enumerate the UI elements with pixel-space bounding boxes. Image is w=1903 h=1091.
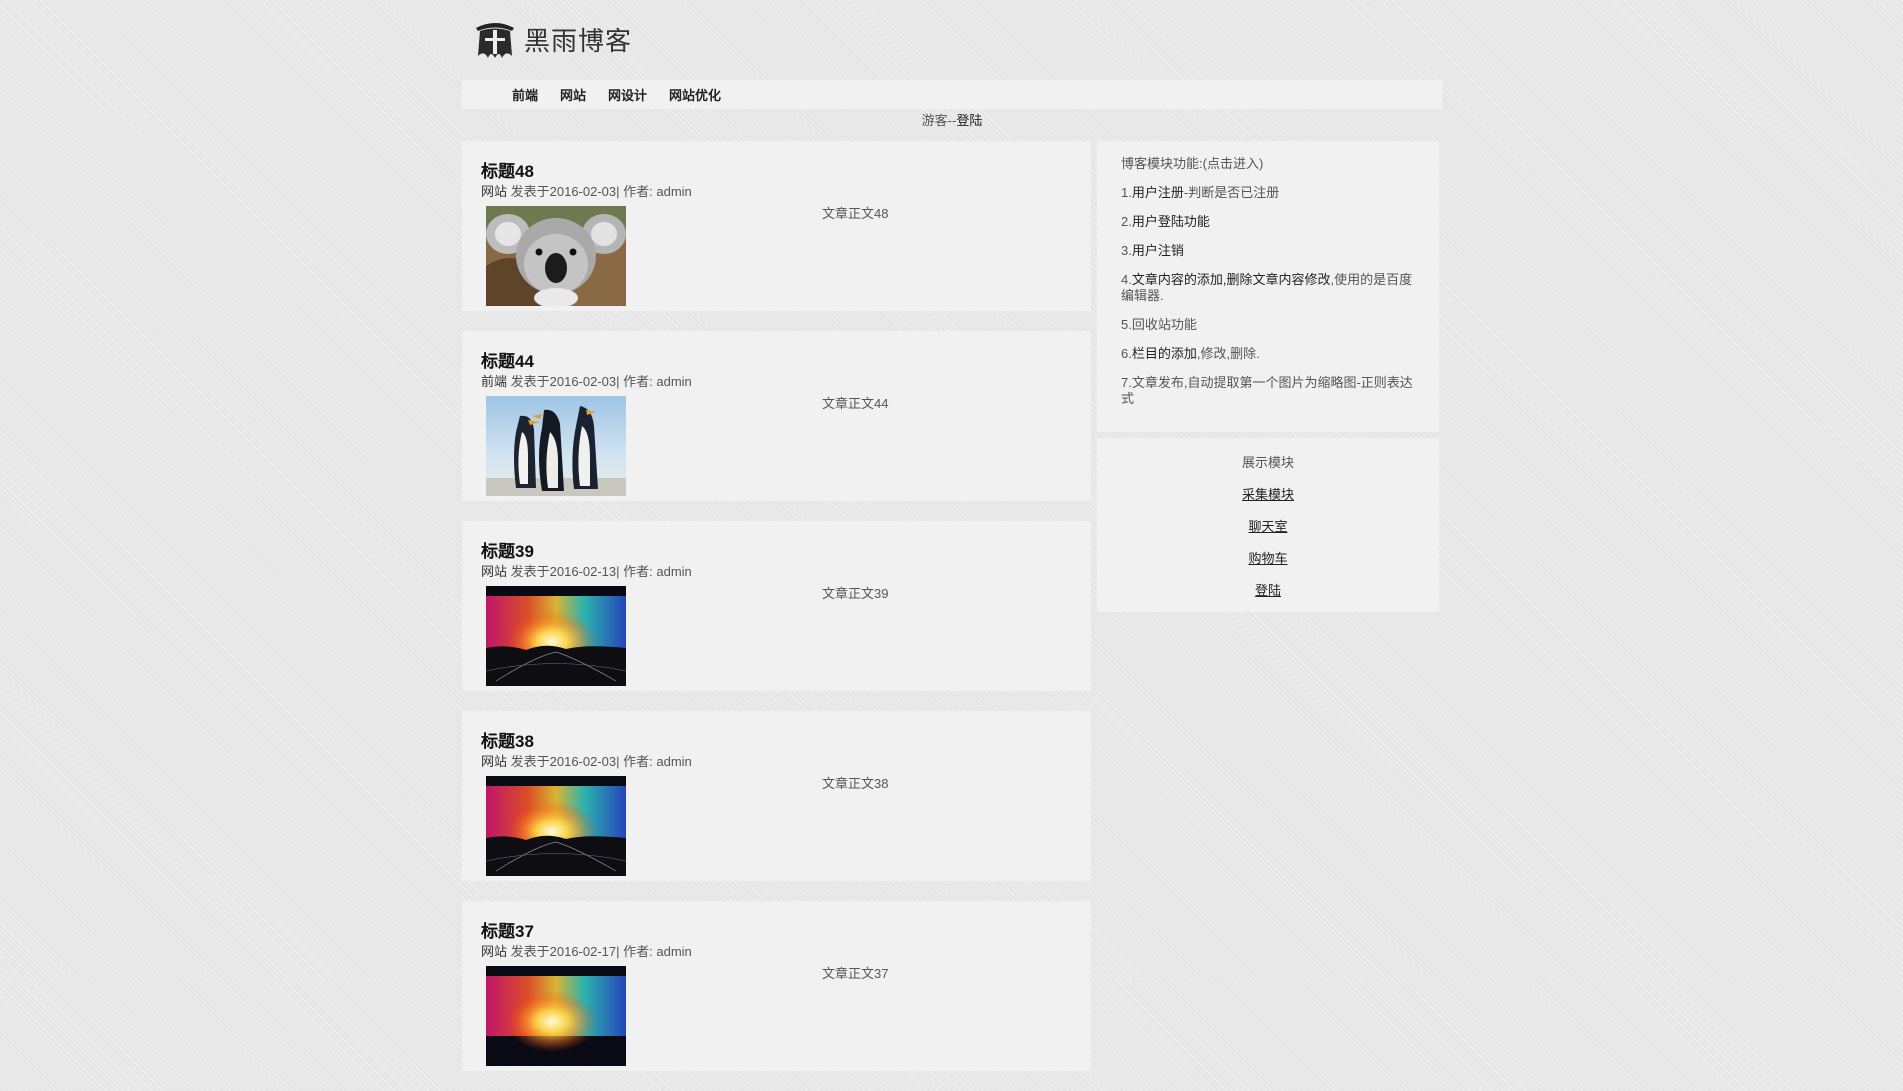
logo-text: 黑雨博客: [524, 26, 633, 57]
feature-number: 6.: [1121, 346, 1132, 361]
feature-link[interactable]: 文章内容的添加,删除文章内容修改: [1132, 272, 1331, 287]
meta-separator: |: [616, 944, 620, 959]
logo-icon: [476, 23, 514, 58]
post-meta: 网站 发表于2016-02-17| 作者: admin: [481, 941, 692, 960]
feature-item: 6.栏目的添加,修改,删除.: [1121, 346, 1415, 362]
rainbow-sunset-photo[interactable]: [486, 776, 626, 876]
meta-separator: |: [616, 754, 620, 769]
post-meta: 网站 发表于2016-02-03| 作者: admin: [481, 181, 692, 200]
meta-separator: |: [616, 374, 620, 389]
post-author: 作者: admin: [623, 564, 692, 579]
module-link-chatroom[interactable]: 聊天室: [1097, 516, 1439, 535]
post-card: 标题37 网站 发表于2016-02-17| 作者: admin 文章正文37: [462, 901, 1091, 1071]
koala-photo[interactable]: [486, 206, 626, 306]
feature-link[interactable]: 用户注册: [1132, 185, 1184, 200]
site-header: 黑雨博客: [462, 0, 1442, 80]
post-title[interactable]: 标题39: [481, 537, 534, 562]
feature-item: 4.文章内容的添加,删除文章内容修改,使用的是百度编辑器.: [1121, 272, 1415, 304]
module-link-cart[interactable]: 购物车: [1097, 548, 1439, 567]
meta-separator: |: [616, 564, 620, 579]
feature-link[interactable]: 用户注销: [1132, 243, 1184, 258]
nav-item-frontend[interactable]: 前端: [512, 85, 538, 104]
features-box: 博客模块功能:(点击进入) 1.用户注册-判断是否已注册 2.用户登陆功能 3.…: [1097, 141, 1439, 432]
meta-separator: |: [616, 184, 620, 199]
post-author: 作者: admin: [623, 754, 692, 769]
post-card: 标题38 网站 发表于2016-02-03| 作者: admin 文章正文38: [462, 711, 1091, 881]
main-nav: 前端 网站 网设计 网站优化: [462, 80, 1442, 109]
post-category[interactable]: 网站: [481, 184, 507, 199]
site-logo[interactable]: 黑雨博客: [472, 16, 632, 62]
module-link-login[interactable]: 登陆: [1097, 580, 1439, 599]
post-body: 文章正文37: [822, 966, 889, 981]
post-body: 文章正文38: [822, 776, 889, 791]
post-title[interactable]: 标题44: [481, 347, 534, 372]
feature-item: 3.用户注销: [1121, 243, 1415, 259]
module-link-collect[interactable]: 采集模块: [1097, 484, 1439, 503]
rainbow-sunset-photo[interactable]: [486, 586, 626, 686]
feature-text: ,修改,删除.: [1196, 346, 1260, 361]
post-card: 标题39 网站 发表于2016-02-13| 作者: admin 文章正文39: [462, 521, 1091, 691]
post-category[interactable]: 网站: [481, 564, 507, 579]
modules-title: 展示模块: [1241, 455, 1294, 470]
feature-number: 5.: [1121, 317, 1132, 332]
feature-link[interactable]: 栏目的添加: [1132, 346, 1197, 361]
nav-item-webdesign[interactable]: 网设计: [608, 85, 647, 104]
post-category[interactable]: 前端: [481, 374, 507, 389]
post-date: 发表于2016-02-17: [510, 944, 617, 959]
feature-text: 文章发布,自动提取第一个图片为缩略图-正则表达式: [1121, 375, 1413, 406]
feature-text: 回收站功能: [1131, 317, 1197, 332]
post-category[interactable]: 网站: [481, 944, 507, 959]
feature-text: -判断是否已注册: [1183, 185, 1280, 200]
page-wrapper: 黑雨博客 前端 网站 网设计 网站优化 游客--登陆 标题48 网站 发表于20…: [462, 0, 1442, 1091]
nav-item-seo[interactable]: 网站优化: [669, 85, 721, 104]
post-meta: 网站 发表于2016-02-13| 作者: admin: [481, 561, 692, 580]
feature-item: 7.文章发布,自动提取第一个图片为缩略图-正则表达式: [1121, 375, 1415, 407]
post-meta: 前端 发表于2016-02-03| 作者: admin: [481, 371, 692, 390]
feature-number: 1.: [1121, 185, 1132, 200]
post-body: 文章正文44: [822, 396, 889, 411]
post-body: 文章正文39: [822, 586, 889, 601]
post-date: 发表于2016-02-03: [510, 754, 617, 769]
nav-item-website[interactable]: 网站: [560, 85, 586, 104]
post-date: 发表于2016-02-03: [510, 184, 617, 199]
post-author: 作者: admin: [623, 374, 692, 389]
feature-number: 7.: [1121, 375, 1132, 390]
feature-link[interactable]: 用户登陆功能: [1132, 214, 1210, 229]
features-title: 博客模块功能:(点击进入): [1121, 156, 1264, 171]
rainbow-sunset-photo[interactable]: [486, 966, 626, 1066]
modules-box: 展示模块 采集模块 聊天室 购物车 登陆: [1097, 438, 1439, 612]
post-body: 文章正文48: [822, 206, 889, 221]
post-date: 发表于2016-02-03: [510, 374, 617, 389]
post-author: 作者: admin: [623, 184, 692, 199]
post-category[interactable]: 网站: [481, 754, 507, 769]
guest-label: 游客--: [921, 113, 957, 128]
post-date: 发表于2016-02-13: [510, 564, 617, 579]
feature-item: 2.用户登陆功能: [1121, 214, 1415, 230]
post-author: 作者: admin: [623, 944, 692, 959]
feature-item: 1.用户注册-判断是否已注册: [1121, 185, 1415, 201]
post-title[interactable]: 标题48: [481, 157, 534, 182]
login-link[interactable]: 登陆: [956, 113, 982, 128]
login-bar: 游客--登陆: [462, 109, 1442, 141]
feature-item: 5.回收站功能: [1121, 317, 1415, 333]
post-card: 标题44 前端 发表于2016-02-03| 作者: admin 文章正文44: [462, 331, 1091, 501]
feature-number: 2.: [1121, 214, 1132, 229]
post-title[interactable]: 标题37: [481, 917, 534, 942]
feature-number: 4.: [1121, 272, 1132, 287]
post-title[interactable]: 标题38: [481, 727, 534, 752]
post-meta: 网站 发表于2016-02-03| 作者: admin: [481, 751, 692, 770]
feature-number: 3.: [1121, 243, 1132, 258]
post-card: 标题48 网站 发表于2016-02-03| 作者: admin 文章正文48: [462, 141, 1091, 311]
penguins-photo[interactable]: [486, 396, 626, 496]
sidebar: 博客模块功能:(点击进入) 1.用户注册-判断是否已注册 2.用户登陆功能 3.…: [1097, 141, 1439, 612]
post-list: 标题48 网站 发表于2016-02-03| 作者: admin 文章正文48 …: [462, 141, 1091, 1091]
content-area: 标题48 网站 发表于2016-02-03| 作者: admin 文章正文48 …: [462, 141, 1442, 1091]
